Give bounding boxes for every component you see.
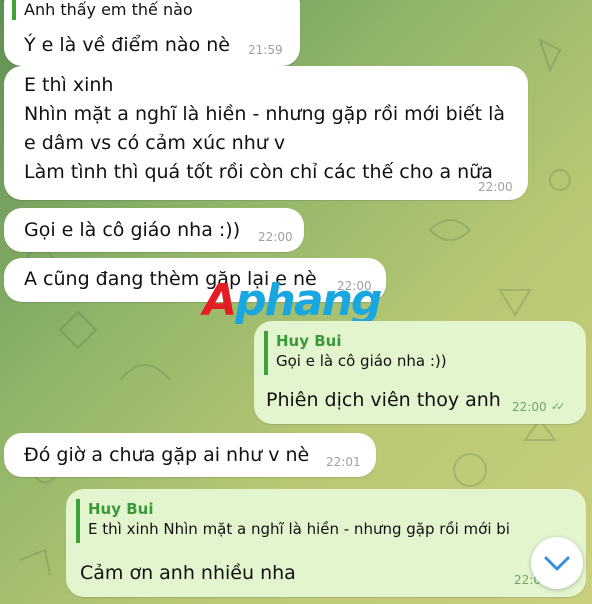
message-bubble-outgoing[interactable]: Huy Bui Gọi e là cô giáo nha :)) Phiên d…: [254, 321, 586, 424]
watermark-logo-part: A: [203, 275, 237, 326]
message-time: 22:00: [478, 180, 513, 194]
reply-quote-author: Huy Bui: [276, 332, 342, 350]
message-bubble-incoming[interactable]: Đó giờ a chưa gặp ai như v nè 22:01: [4, 433, 376, 477]
message-time: 21:59: [248, 43, 283, 57]
reply-quote[interactable]: Anh thấy em thế nào: [12, 0, 193, 20]
watermark-logo: Aphang: [203, 275, 382, 326]
watermark-logo-part: phang: [235, 275, 382, 326]
message-text: Phiên dịch viên thoy anh: [266, 389, 501, 411]
reply-quote-text: E thì xinh Nhìn mặt a nghĩ là hiền - như…: [88, 520, 510, 538]
reply-quote-text: Anh thấy em thế nào: [24, 0, 193, 19]
reply-quote[interactable]: Huy Bui Gọi e là cô giáo nha :)): [264, 331, 447, 375]
scroll-to-bottom-button[interactable]: [531, 537, 583, 589]
chevron-down-icon: [544, 556, 570, 571]
message-text-line: E thì xinh: [24, 74, 114, 96]
message-bubble-incoming[interactable]: Anh thấy em thế nào Ý e là về điểm nào n…: [4, 0, 300, 66]
message-text: Cảm ơn anh nhiều nha: [80, 562, 296, 584]
message-time: 22:01: [326, 455, 361, 469]
read-check-icon: ✓✓: [551, 400, 566, 413]
message-bubble-incoming[interactable]: Gọi e là cô giáo nha :)) 22:00: [4, 208, 304, 252]
message-time: 22:00: [258, 230, 293, 244]
message-text-line: Nhìn mặt a nghĩ là hiền - nhưng gặp rồi …: [24, 103, 506, 125]
message-bubble-incoming[interactable]: E thì xinh Nhìn mặt a nghĩ là hiền - như…: [4, 66, 528, 200]
message-text: Đó giờ a chưa gặp ai như v nè: [24, 444, 310, 466]
reply-quote-author: Huy Bui: [88, 500, 154, 518]
reply-quote-text: Gọi e là cô giáo nha :)): [276, 352, 447, 370]
message-time: 22:00: [512, 400, 547, 414]
message-text-line: e dâm vs có cảm xúc như v: [24, 132, 286, 154]
message-bubble-outgoing[interactable]: Huy Bui E thì xinh Nhìn mặt a nghĩ là hi…: [66, 489, 586, 597]
message-text: Gọi e là cô giáo nha :)): [24, 219, 241, 241]
reply-quote[interactable]: Huy Bui E thì xinh Nhìn mặt a nghĩ là hi…: [76, 499, 510, 543]
message-text-line: Làm tình thì quá tốt rồi còn chỉ các thế…: [24, 161, 493, 183]
message-text: Ý e là về điểm nào nè: [24, 34, 230, 56]
